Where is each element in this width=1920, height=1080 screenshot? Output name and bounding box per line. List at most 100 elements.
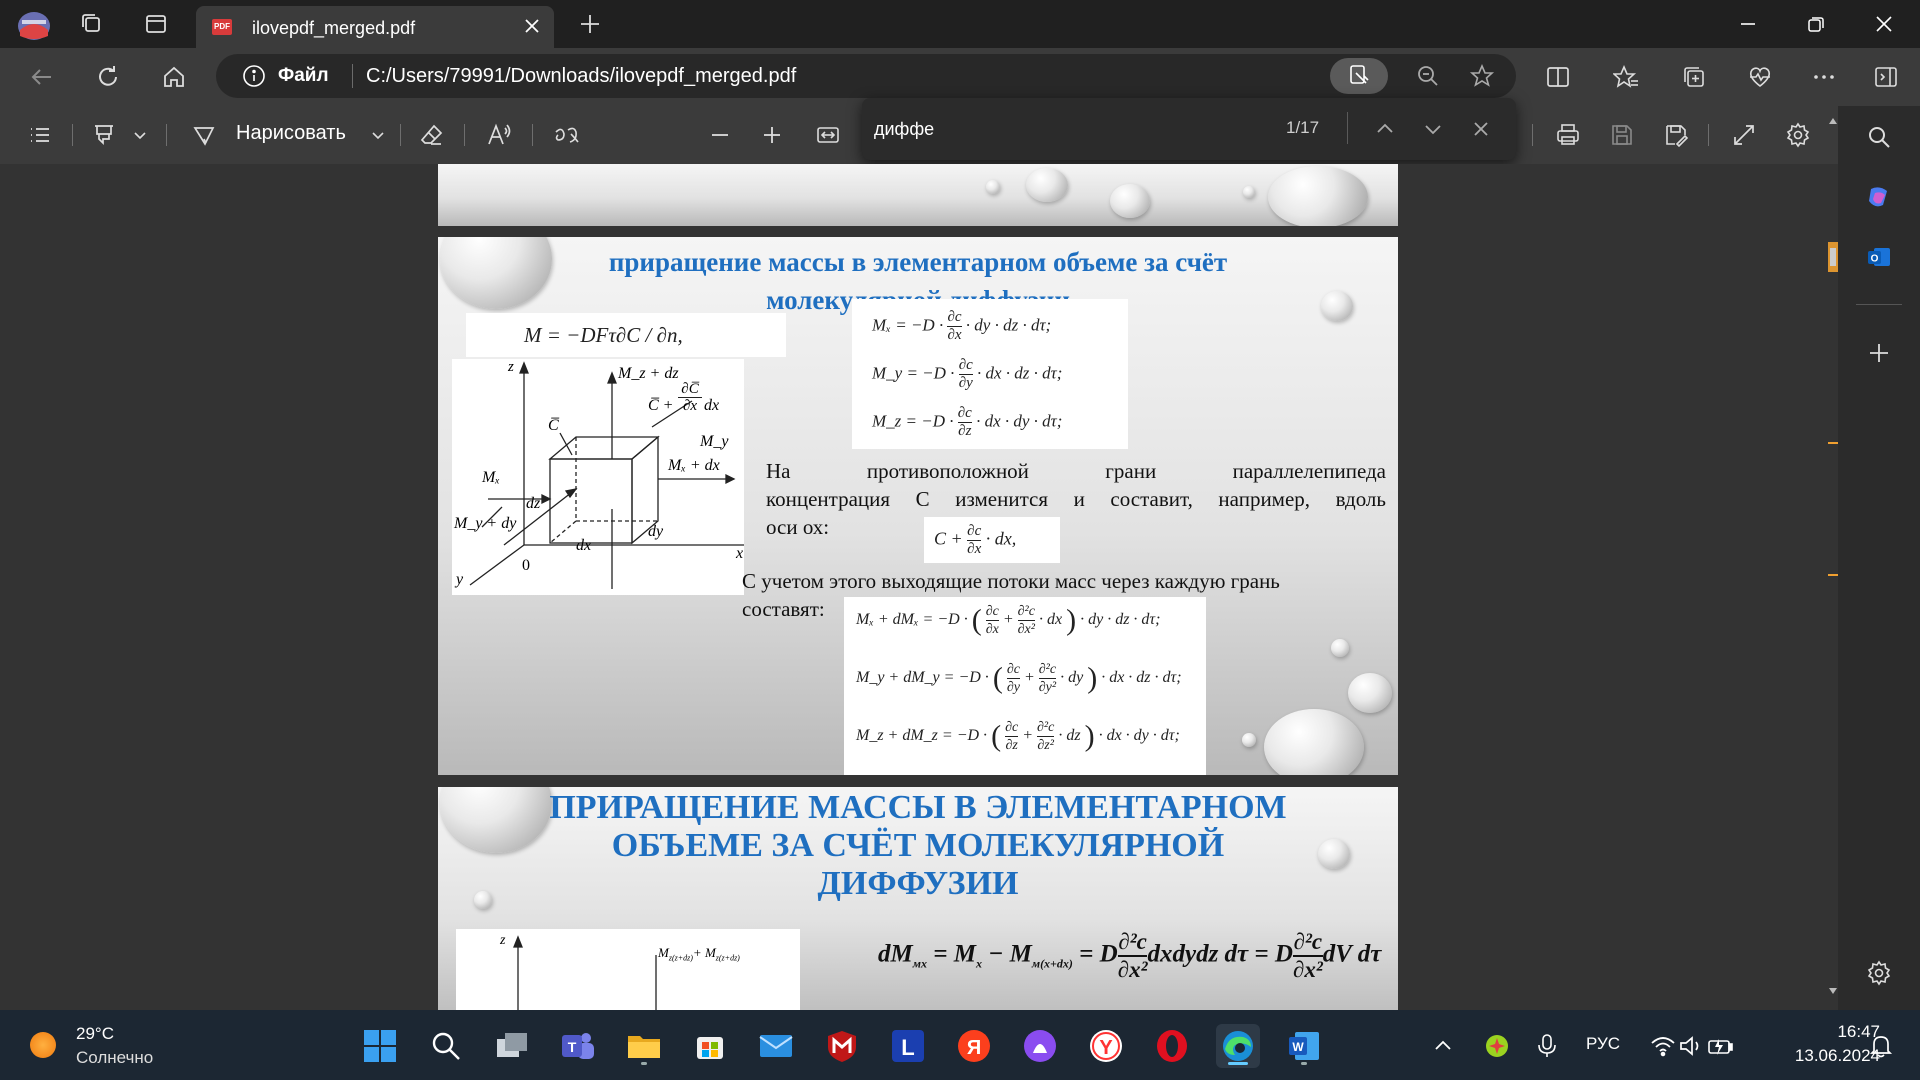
diffusion-increment-formula: dMмх = Mx − Mм(x+dx) = D ∂²c ∂x² dxdydz … — [878, 929, 1382, 982]
new-tab-icon[interactable] — [576, 10, 604, 38]
pdf-viewer[interactable]: приращение массы в элементарном объеме з… — [0, 164, 1828, 1010]
wifi-icon[interactable] — [1648, 1024, 1678, 1068]
home-icon[interactable] — [160, 63, 188, 91]
translate-icon[interactable] — [552, 121, 580, 149]
water-drop-decoration — [1026, 168, 1068, 202]
task-view-icon[interactable] — [490, 1024, 534, 1068]
customize-gear-icon[interactable] — [1864, 958, 1894, 988]
favorites-icon[interactable] — [1612, 63, 1640, 91]
fit-width-icon[interactable] — [814, 121, 842, 149]
word-icon[interactable]: W — [1282, 1024, 1326, 1068]
zoom-out-minus-icon[interactable] — [706, 121, 734, 149]
alice-icon[interactable] — [1018, 1024, 1062, 1068]
find-close-button[interactable] — [1466, 114, 1496, 144]
profile-avatar-icon[interactable] — [16, 8, 52, 42]
x-axis-label: x — [736, 545, 744, 562]
browser-health-icon[interactable] — [1746, 63, 1774, 91]
save-icon[interactable] — [1608, 121, 1636, 149]
mail-icon[interactable] — [754, 1024, 798, 1068]
refresh-icon[interactable] — [94, 63, 122, 91]
water-drop-decoration — [1110, 184, 1150, 218]
taskbar-search-icon[interactable] — [424, 1024, 468, 1068]
flux-formula-x: Mₓ = −D · ∂c ∂x · dy · dz · dτ; — [872, 309, 1052, 343]
browser-tab[interactable]: PDF ilovepdf_merged.pdf — [196, 6, 554, 48]
start-button[interactable] — [358, 1024, 402, 1068]
back-arrow-icon[interactable] — [28, 63, 56, 91]
close-window-button[interactable] — [1864, 8, 1904, 40]
keyboard-language[interactable]: РУС — [1586, 1034, 1620, 1054]
battery-icon[interactable] — [1704, 1024, 1738, 1068]
find-input[interactable] — [870, 106, 1358, 152]
zoom-in-plus-icon[interactable] — [758, 121, 786, 149]
pdf-scrollbar[interactable] — [1828, 112, 1838, 1000]
microsoft-store-icon[interactable] — [688, 1024, 732, 1068]
l-app-icon[interactable]: L — [886, 1024, 930, 1068]
yandex-browser-icon[interactable]: Y — [1084, 1024, 1128, 1068]
find-previous-button[interactable] — [1370, 114, 1400, 144]
microphone-icon[interactable] — [1532, 1024, 1562, 1068]
paragraph-concentration: На противоположной грани параллелепипеда… — [766, 459, 1386, 539]
site-info-button[interactable]: Файл — [242, 64, 329, 88]
chevron-down-icon[interactable] — [130, 121, 150, 149]
teams-icon[interactable]: T — [556, 1024, 600, 1068]
find-next-button[interactable] — [1418, 114, 1448, 144]
url-text[interactable]: C:/Users/79991/Downloads/ilovepdf_merged… — [366, 65, 796, 88]
edge-icon[interactable] — [1216, 1024, 1260, 1068]
reader-mode-button[interactable] — [1330, 58, 1388, 94]
address-separator — [352, 64, 353, 88]
clock[interactable]: 16:47 13.06.2024 — [1760, 1020, 1880, 1070]
split-screen-icon[interactable] — [1544, 63, 1572, 91]
tray-app-icon[interactable] — [1482, 1024, 1512, 1068]
address-bar[interactable]: Файл C:/Users/79991/Downloads/ilovepdf_m… — [216, 54, 1516, 98]
sun-icon — [30, 1032, 56, 1058]
minimize-button[interactable] — [1728, 8, 1768, 40]
table-of-contents-icon[interactable] — [26, 121, 54, 149]
edge-sidebar: O — [1838, 106, 1920, 1010]
notifications-bell-icon[interactable] — [1866, 1024, 1896, 1068]
cube-diagram-2: z Mz(z+dz)+ Mz(z+dz) — [456, 929, 800, 1010]
search-icon[interactable] — [1864, 122, 1894, 152]
more-menu-icon[interactable] — [1810, 63, 1838, 91]
tab-close-icon[interactable] — [522, 16, 542, 36]
file-explorer-icon[interactable] — [622, 1024, 666, 1068]
yandex-icon[interactable]: Я — [952, 1024, 996, 1068]
save-as-icon[interactable] — [1662, 121, 1690, 149]
outlook-icon[interactable]: O — [1864, 242, 1894, 272]
mcafee-icon[interactable] — [820, 1024, 864, 1068]
water-drop-decoration — [1242, 733, 1256, 747]
draw-button-label[interactable]: Нарисовать — [236, 122, 346, 145]
eraser-icon[interactable] — [418, 121, 446, 149]
draw-icon[interactable] — [190, 121, 218, 149]
read-aloud-icon[interactable] — [486, 121, 514, 149]
tab-actions-icon[interactable] — [142, 10, 170, 38]
add-sidebar-app-icon[interactable] — [1864, 338, 1894, 368]
svg-text:T: T — [568, 1039, 577, 1055]
fick-formula-text: M = −DFτ∂C / ∂n, — [524, 323, 683, 347]
c-bar-label: C̅ — [548, 417, 559, 434]
chevron-down-icon[interactable] — [368, 121, 388, 149]
output-flux-y: M_y + dM_y = −D · ( ∂c ∂y + ∂²c ∂y² · dy… — [856, 661, 1182, 696]
collections-icon[interactable] — [1680, 63, 1708, 91]
favorite-star-icon[interactable] — [1468, 62, 1496, 90]
water-drop-decoration — [1243, 186, 1255, 198]
workspaces-icon[interactable] — [78, 10, 106, 38]
toolbar-separator — [72, 124, 73, 146]
slide-title-line: ПРИРАЩЕНИЕ МАССЫ В ЭЛЕМЕНТАРНОМ — [549, 789, 1287, 826]
z-axis-label: z — [508, 359, 514, 375]
water-drop-decoration — [1348, 673, 1392, 713]
print-icon[interactable] — [1554, 121, 1582, 149]
zoom-out-icon[interactable] — [1414, 62, 1442, 90]
sidebar-toggle-icon[interactable] — [1872, 63, 1900, 91]
opera-icon[interactable] — [1150, 1024, 1194, 1068]
copilot-icon[interactable] — [1864, 182, 1894, 212]
settings-gear-icon[interactable] — [1784, 121, 1812, 149]
weather-widget[interactable]: 29°C Солнечно — [26, 1022, 186, 1070]
svg-text:O: O — [1871, 254, 1879, 265]
concentration-formula: C + ∂c ∂x · dx, — [924, 517, 1060, 563]
water-drop-decoration — [986, 180, 1000, 194]
restore-button[interactable] — [1796, 8, 1836, 40]
fullscreen-icon[interactable] — [1730, 121, 1758, 149]
highlight-icon[interactable] — [90, 121, 118, 149]
show-hidden-icons-chevron-icon[interactable] — [1428, 1024, 1458, 1068]
volume-icon[interactable] — [1676, 1024, 1706, 1068]
